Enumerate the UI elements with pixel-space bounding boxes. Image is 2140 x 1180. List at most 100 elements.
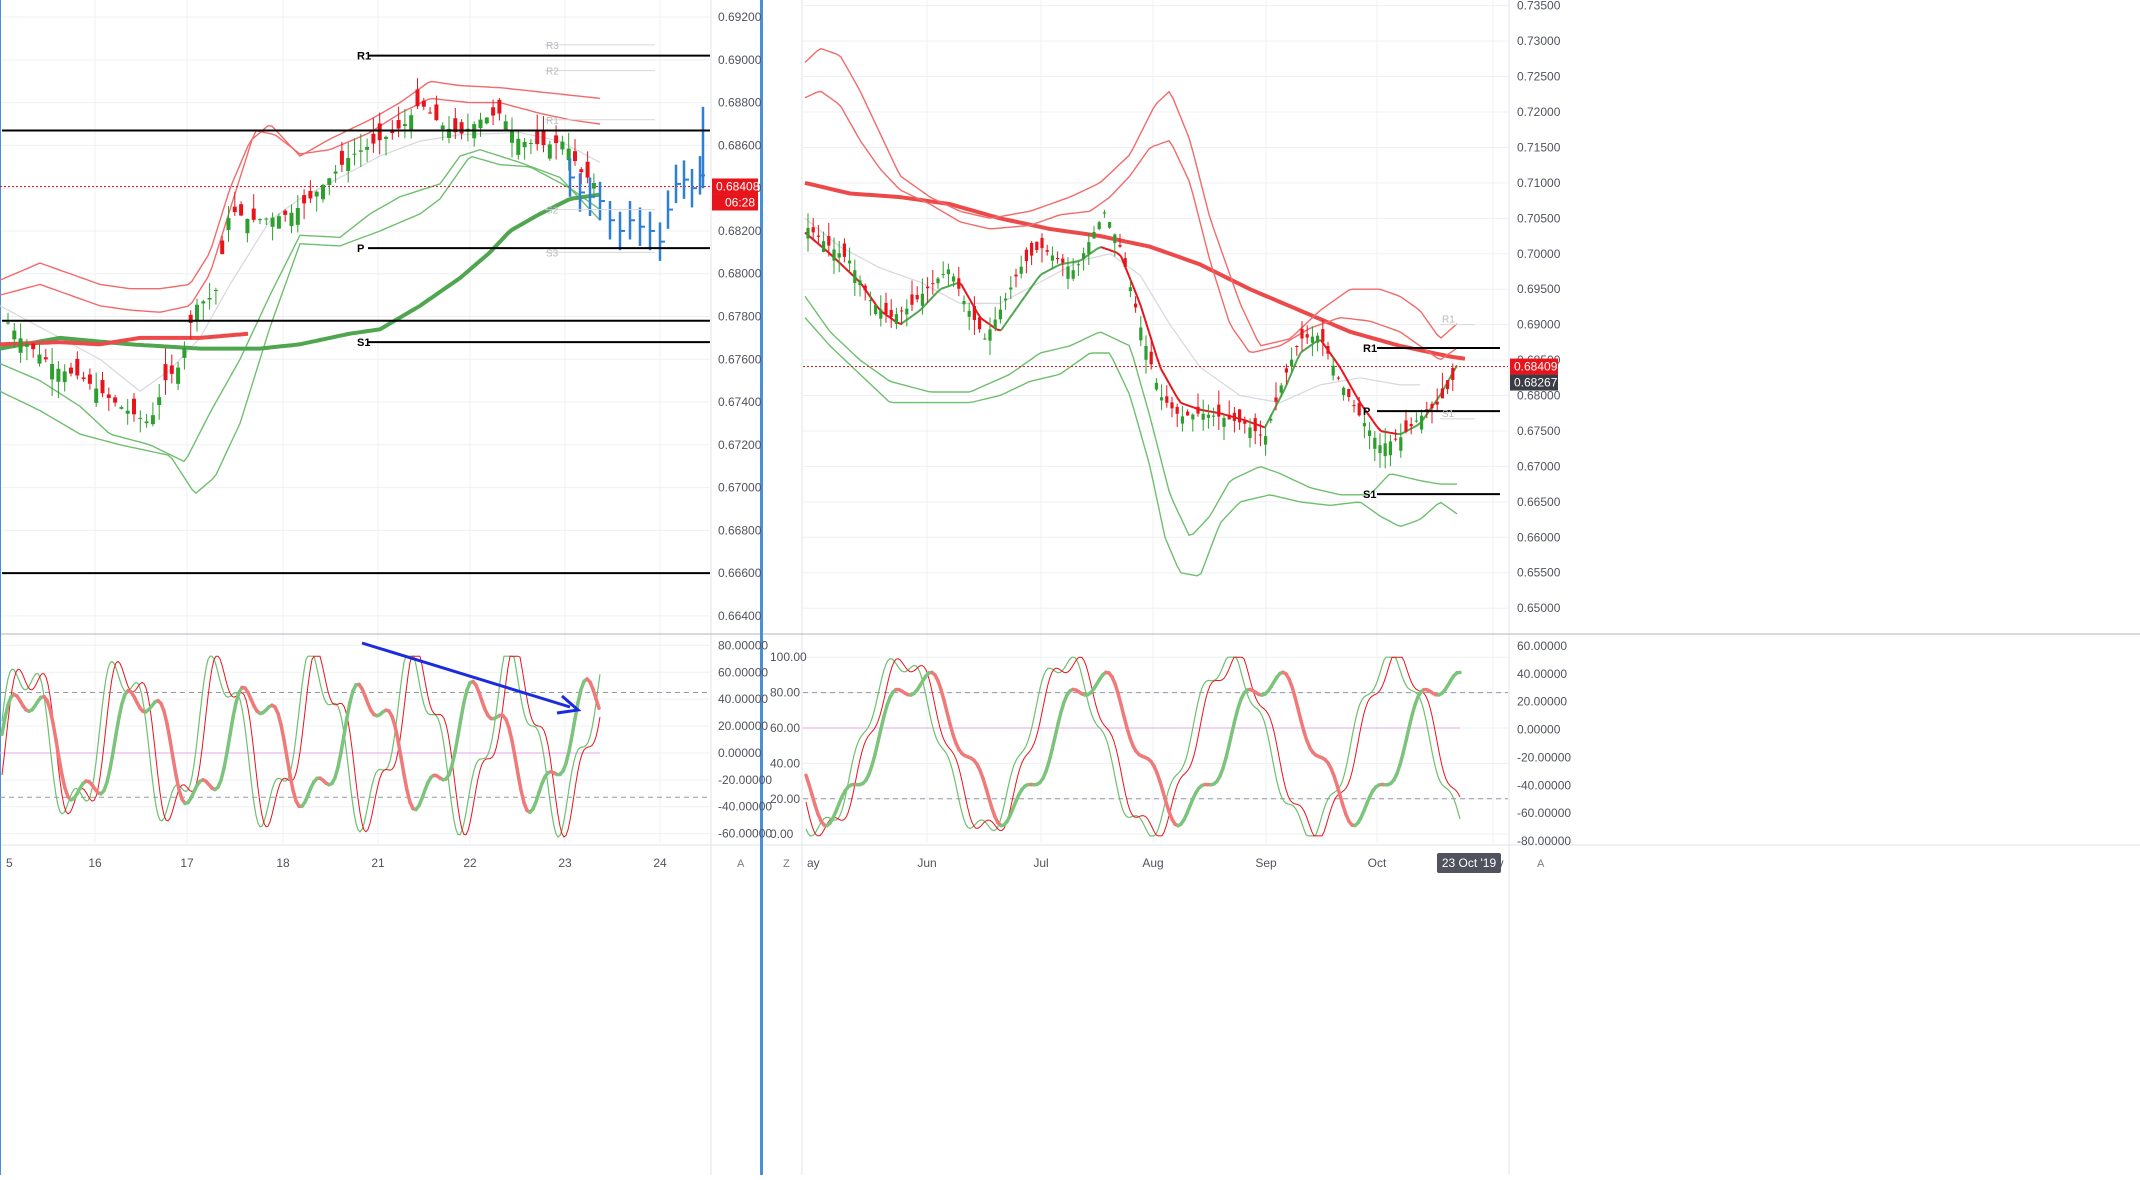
candle-bullish	[1420, 416, 1423, 430]
trend-signal-segment	[1005, 319, 1009, 325]
pivot-level-ghost-label: R3	[546, 41, 559, 52]
oscillator-signal-segment	[230, 717, 233, 734]
trend-signal-segment	[965, 291, 969, 298]
oscillator-signal-segment	[875, 742, 878, 755]
candle-bullish	[1072, 270, 1075, 278]
candle-bullish	[296, 208, 300, 225]
candle-bullish	[962, 301, 965, 304]
second-price-label: 0.68267	[1514, 376, 1558, 390]
candle-bearish	[1254, 418, 1257, 431]
candle-bullish	[1098, 222, 1101, 229]
candle-bullish	[409, 115, 413, 130]
oscillator-signal-segment	[1118, 693, 1121, 704]
price-tick-label: 0.69000	[718, 53, 762, 67]
price-tick-label: 0.73000	[1517, 34, 1561, 48]
trend-signal-segment	[1045, 270, 1049, 272]
trend-signal-segment	[1109, 250, 1113, 251]
candle-bearish	[107, 394, 111, 398]
trend-signal-segment	[1401, 432, 1405, 434]
candle-bullish	[334, 172, 338, 174]
oscillator-signal-segment	[458, 718, 461, 735]
oscillator-signal-segment	[1295, 697, 1298, 709]
zoom-button[interactable]: Z	[783, 858, 790, 870]
candle-bearish	[1030, 243, 1033, 256]
oscillator-signal-segment	[281, 725, 284, 740]
candle-bearish	[1061, 259, 1064, 263]
oscillator-signal-segment	[1055, 724, 1058, 737]
trend-signal-segment	[1285, 379, 1289, 388]
date-tick-label: Jun	[917, 856, 936, 870]
trend-signal-segment	[1181, 403, 1185, 404]
candle-bearish	[428, 113, 432, 114]
oscillator-signal-segment	[452, 752, 455, 765]
oscillator-tick-label: 60.00000	[718, 665, 768, 679]
trend-signal-segment	[941, 287, 945, 288]
oscillator-signal-segment	[287, 757, 290, 775]
trend-signal-segment	[1077, 260, 1081, 261]
candle-bullish	[1191, 415, 1194, 420]
candle-bullish	[38, 355, 42, 364]
trend-signal-segment	[1069, 262, 1073, 263]
candle-bearish	[1352, 405, 1355, 406]
oscillator-signal-segment	[1298, 709, 1301, 721]
candle-bullish	[1144, 346, 1147, 360]
trend-signal-segment	[1337, 363, 1341, 369]
price-tick-label: 0.69200	[718, 10, 762, 24]
oscillator-signal-segment	[596, 699, 599, 709]
trend-signal-segment	[1057, 264, 1061, 266]
candle-bullish	[895, 314, 898, 324]
oscillator-tick-label: 60.00000	[1517, 639, 1567, 653]
candle-bullish	[947, 269, 950, 274]
date-tick-label: 16	[88, 856, 102, 870]
price-tick-label: 0.66000	[1517, 530, 1561, 544]
oscillator-signal-segment	[350, 691, 353, 702]
trend-signal-segment	[1101, 247, 1105, 248]
candle-bullish	[1103, 212, 1106, 213]
trend-signal-segment	[1097, 247, 1101, 249]
candle-bullish	[138, 418, 142, 419]
candle-bearish	[371, 134, 375, 144]
pivot-level-label: P	[357, 243, 364, 255]
candle-bullish	[1004, 299, 1007, 301]
price-tick-label: 0.67500	[1517, 424, 1561, 438]
date-tick-label: Oct	[1368, 856, 1387, 870]
candle-bearish	[1186, 412, 1189, 416]
candle-bearish	[1238, 409, 1241, 422]
oscillator-signal-segment	[515, 757, 518, 774]
candle-bearish	[434, 104, 438, 120]
candle-bearish	[69, 368, 73, 374]
trend-signal-segment	[1025, 291, 1029, 297]
price-tick-label: 0.67000	[718, 481, 762, 495]
candle-bullish	[365, 147, 369, 150]
auto-scale-button[interactable]: A	[737, 858, 745, 870]
trend-signal-segment	[917, 309, 921, 312]
oscillator-tick-label: 40.00000	[1517, 667, 1567, 681]
trend-signal-segment	[1093, 249, 1097, 252]
candle-bullish	[921, 294, 924, 306]
bollinger-band-lower	[0, 157, 600, 493]
price-tick-label: 0.70500	[1517, 211, 1561, 225]
price-tick-label: 0.67400	[718, 395, 762, 409]
candle-bearish	[843, 244, 846, 257]
oscillator-signal-segment	[1229, 732, 1232, 745]
oscillator-signal-segment	[569, 736, 572, 751]
candle-bearish	[1134, 304, 1137, 308]
trend-signal-segment	[1161, 369, 1165, 376]
candle-bearish	[1321, 329, 1324, 342]
oscillator-tick-label: -40.00000	[1517, 778, 1571, 792]
trend-signal-segment	[1373, 421, 1377, 427]
trading-chart-svg[interactable]: 0.692000.690000.688000.686000.684000.682…	[0, 0, 2140, 1175]
candle-bearish	[252, 209, 256, 220]
candle-bullish	[832, 250, 835, 261]
auto-scale-button[interactable]: A	[1537, 858, 1545, 870]
candle-bullish	[1082, 253, 1085, 259]
chart-workspace: 0.692000.690000.688000.686000.684000.682…	[0, 0, 2140, 1175]
oscillator-signal-segment	[401, 757, 404, 775]
candle-bearish	[1404, 420, 1407, 431]
candle-bearish	[1035, 242, 1038, 250]
candle-bullish	[529, 143, 533, 144]
candle-bullish	[874, 305, 877, 314]
candle-bearish	[1014, 275, 1017, 277]
candle-bullish	[1373, 438, 1376, 449]
oscillator-tick-label: 20.00000	[718, 719, 768, 733]
